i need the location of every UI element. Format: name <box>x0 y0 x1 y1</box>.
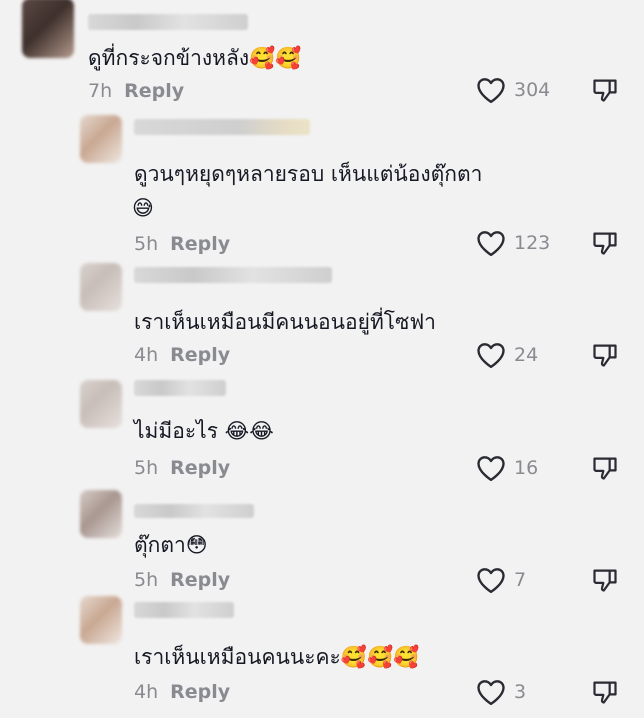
username[interactable] <box>134 504 254 518</box>
dislike-icon[interactable] <box>591 229 619 257</box>
comment-meta: 4h Reply <box>134 681 230 703</box>
username[interactable] <box>134 267 332 283</box>
comment-time: 5h <box>134 233 159 255</box>
heart-icon <box>477 568 505 594</box>
comment-text: เราเห็นเหมือนคนนะคะ🥰🥰🥰 <box>134 645 420 669</box>
username[interactable] <box>134 602 234 618</box>
comment-time: 5h <box>134 569 159 591</box>
comment-text: ตุ๊กตา😳 <box>134 533 208 557</box>
comment-item: ดูวนๆหยุดๆหลายรอบ เห็นแต่น้องตุ๊กตา 😅 5h… <box>0 105 644 260</box>
like-button[interactable]: 123 <box>476 229 550 257</box>
dislike-icon[interactable] <box>591 566 619 594</box>
reply-button[interactable]: Reply <box>124 80 184 102</box>
comment-meta: 5h Reply <box>134 569 230 591</box>
username[interactable] <box>134 380 226 396</box>
like-button[interactable]: 3 <box>476 678 526 706</box>
like-count: 16 <box>514 457 539 479</box>
like-count: 123 <box>514 232 551 254</box>
comment-item: ดูที่กระจกข้างหลัง🥰🥰 7h Reply 304 <box>0 0 644 105</box>
reply-button[interactable]: Reply <box>170 681 230 703</box>
reply-button[interactable]: Reply <box>170 344 230 366</box>
comment-text: ดูที่กระจกข้างหลัง🥰🥰 <box>88 46 302 70</box>
like-count: 3 <box>514 681 527 703</box>
like-count: 304 <box>514 79 551 101</box>
comment-item: ไม่มีอะไร 😂😂 5h Reply 16 <box>0 368 644 482</box>
comment-meta: 5h Reply <box>134 457 230 479</box>
avatar[interactable] <box>80 490 122 538</box>
avatar[interactable] <box>80 596 122 644</box>
comment-item: ตุ๊กตา😳 5h Reply 7 <box>0 480 644 594</box>
comment-text-line-2: 😅 <box>132 196 154 220</box>
reply-button[interactable]: Reply <box>170 569 230 591</box>
dislike-icon[interactable] <box>591 76 619 104</box>
avatar[interactable] <box>22 0 74 58</box>
comment-time: 4h <box>134 681 159 703</box>
heart-icon <box>477 680 505 706</box>
comment-meta: 4h Reply <box>134 344 230 366</box>
comment-text: เราเห็นเหมือนมีคนนอนอยู่ที่โซฟา <box>134 310 436 334</box>
username[interactable] <box>134 119 310 135</box>
like-button[interactable]: 7 <box>476 566 526 594</box>
avatar[interactable] <box>80 380 122 428</box>
comment-time: 5h <box>134 457 159 479</box>
heart-icon <box>477 456 505 482</box>
heart-icon <box>477 231 505 257</box>
reply-button[interactable]: Reply <box>170 457 230 479</box>
like-button[interactable]: 304 <box>476 76 550 104</box>
heart-icon <box>477 78 505 104</box>
avatar[interactable] <box>80 115 122 163</box>
like-count: 24 <box>514 344 539 366</box>
like-button[interactable]: 16 <box>476 454 538 482</box>
like-button[interactable]: 24 <box>476 341 538 369</box>
comment-text: ดูวนๆหยุดๆหลายรอบ เห็นแต่น้องตุ๊กตา <box>134 162 483 186</box>
reply-button[interactable]: Reply <box>170 233 230 255</box>
heart-icon <box>477 343 505 369</box>
comment-text: ไม่มีอะไร 😂😂 <box>134 419 274 443</box>
comment-time: 4h <box>134 344 159 366</box>
comment-item: เราเห็นเหมือนมีคนนอนอยู่ที่โซฟา 4h Reply … <box>0 255 644 369</box>
avatar[interactable] <box>80 263 122 311</box>
dislike-icon[interactable] <box>591 454 619 482</box>
username[interactable] <box>88 14 248 30</box>
comment-meta: 5h Reply <box>134 233 230 255</box>
comment-time: 7h <box>88 80 113 102</box>
like-count: 7 <box>514 569 527 591</box>
comment-meta: 7h Reply <box>88 80 184 102</box>
dislike-icon[interactable] <box>591 341 619 369</box>
comment-item: เราเห็นเหมือนคนนะคะ🥰🥰🥰 4h Reply 3 <box>0 592 644 718</box>
dislike-icon[interactable] <box>591 678 619 706</box>
